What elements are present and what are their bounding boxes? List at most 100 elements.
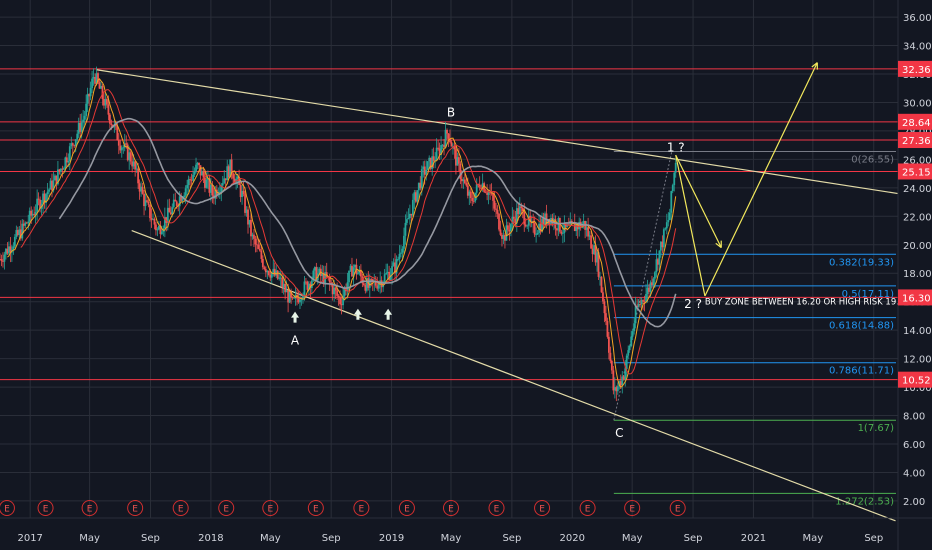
earnings-marker-label: E: [313, 505, 319, 515]
x-tick-label: 2019: [379, 533, 404, 544]
candle-body: [62, 168, 65, 170]
candle-body: [401, 248, 404, 253]
candle-body: [590, 235, 592, 249]
candle-body: [385, 273, 388, 275]
fib-level-label: 1(7.67): [858, 423, 895, 434]
candle-body: [232, 173, 235, 179]
candle-body: [192, 174, 194, 181]
candle-body: [426, 161, 429, 170]
candle-body: [359, 270, 362, 277]
candle-body: [561, 233, 564, 234]
price-level-label: 25.15: [902, 167, 931, 178]
candle-body: [37, 198, 40, 200]
candle-body: [671, 185, 674, 192]
x-tick-label: May: [803, 533, 824, 544]
y-tick-label: 14.00: [903, 326, 932, 337]
candle-body: [68, 146, 71, 161]
x-tick-label: 2018: [198, 533, 223, 544]
candle-body: [495, 208, 497, 210]
candle-body: [116, 125, 119, 141]
y-tick-label: 24.00: [903, 184, 932, 195]
candle-body: [624, 368, 627, 380]
candle-body: [82, 119, 85, 123]
candle-body: [536, 232, 539, 235]
candle-body: [276, 270, 279, 279]
wave-label: B: [447, 106, 455, 120]
candle-body: [667, 220, 670, 223]
price-level-label: 32.36: [902, 65, 931, 76]
y-tick-label: 20.00: [903, 241, 932, 252]
y-tick-label: 30.00: [903, 98, 932, 109]
candle-body: [48, 189, 50, 192]
fib-level-label: 0.786(11.71): [829, 366, 894, 377]
candle-body: [383, 274, 386, 282]
y-tick-label: 8.00: [903, 412, 925, 423]
candle-body: [125, 143, 128, 145]
candle-body: [499, 229, 502, 235]
candle-body: [639, 303, 641, 305]
candle-body: [398, 253, 401, 260]
candle-body: [348, 270, 350, 283]
wave-label: 1 ?: [667, 141, 685, 155]
price-chart[interactable]: 0(26.55)0.382(19.33)0.5(17.11)0.618(14.8…: [0, 0, 932, 550]
earnings-marker-label: E: [4, 505, 10, 515]
x-tick-label: 2020: [560, 533, 585, 544]
candle-body: [605, 313, 607, 321]
x-tick-label: 2017: [17, 533, 42, 544]
candle-body: [400, 252, 402, 254]
candle-body: [435, 147, 438, 161]
candle-body: [407, 218, 410, 220]
candle-body: [535, 234, 538, 236]
y-tick-label: 12.00: [903, 355, 932, 366]
price-level-label: 28.64: [902, 118, 931, 129]
candle-body: [526, 225, 529, 227]
candle-body: [642, 300, 644, 302]
candle-body: [36, 198, 39, 212]
earnings-marker-label: E: [675, 505, 681, 515]
candle-body: [3, 254, 6, 262]
candle-body: [303, 281, 306, 296]
candle-body: [498, 213, 500, 230]
candle-body: [193, 171, 196, 175]
candle-body: [221, 183, 224, 186]
x-tick-label: Sep: [141, 533, 160, 544]
candle-body: [171, 207, 174, 215]
candle-body: [627, 350, 630, 356]
fib-level-label: 0.382(19.33): [829, 257, 894, 268]
x-tick-label: May: [79, 533, 100, 544]
x-tick-label: 2021: [741, 533, 766, 544]
candle-body: [146, 200, 148, 202]
x-tick-label: Sep: [502, 533, 521, 544]
candle-body: [606, 320, 609, 337]
y-tick-label: 18.00: [903, 269, 932, 280]
candle-body: [122, 147, 125, 149]
y-tick-label: 34.00: [903, 42, 932, 53]
earnings-marker-label: E: [585, 505, 591, 515]
candle-body: [13, 236, 16, 247]
candle-body: [458, 157, 460, 164]
candle-body: [85, 103, 88, 116]
earnings-marker-label: E: [178, 505, 184, 515]
candle-body: [469, 191, 472, 198]
earnings-marker-label: E: [404, 505, 410, 515]
candle-body: [377, 283, 380, 289]
candle-body: [493, 200, 496, 209]
buy-zone-note: BUY ZONE BETWEEN 16.20 OR HIGH RISK 19.3…: [705, 298, 910, 308]
candle-body: [403, 235, 405, 249]
candle-body: [603, 301, 606, 314]
candle-body: [609, 352, 612, 361]
candle-body: [156, 229, 159, 231]
candle-body: [89, 88, 92, 97]
candle-body: [168, 207, 171, 213]
candle-body: [186, 185, 189, 189]
candle-body: [76, 133, 79, 140]
candle-body: [260, 250, 263, 259]
candle-body: [253, 234, 255, 239]
plot-background: [0, 0, 932, 550]
candle-body: [67, 160, 70, 163]
y-tick-label: 6.00: [903, 440, 925, 451]
earnings-marker-label: E: [267, 505, 273, 515]
candle-body: [432, 156, 435, 161]
candle-body: [300, 299, 303, 301]
x-tick-label: Sep: [684, 533, 703, 544]
